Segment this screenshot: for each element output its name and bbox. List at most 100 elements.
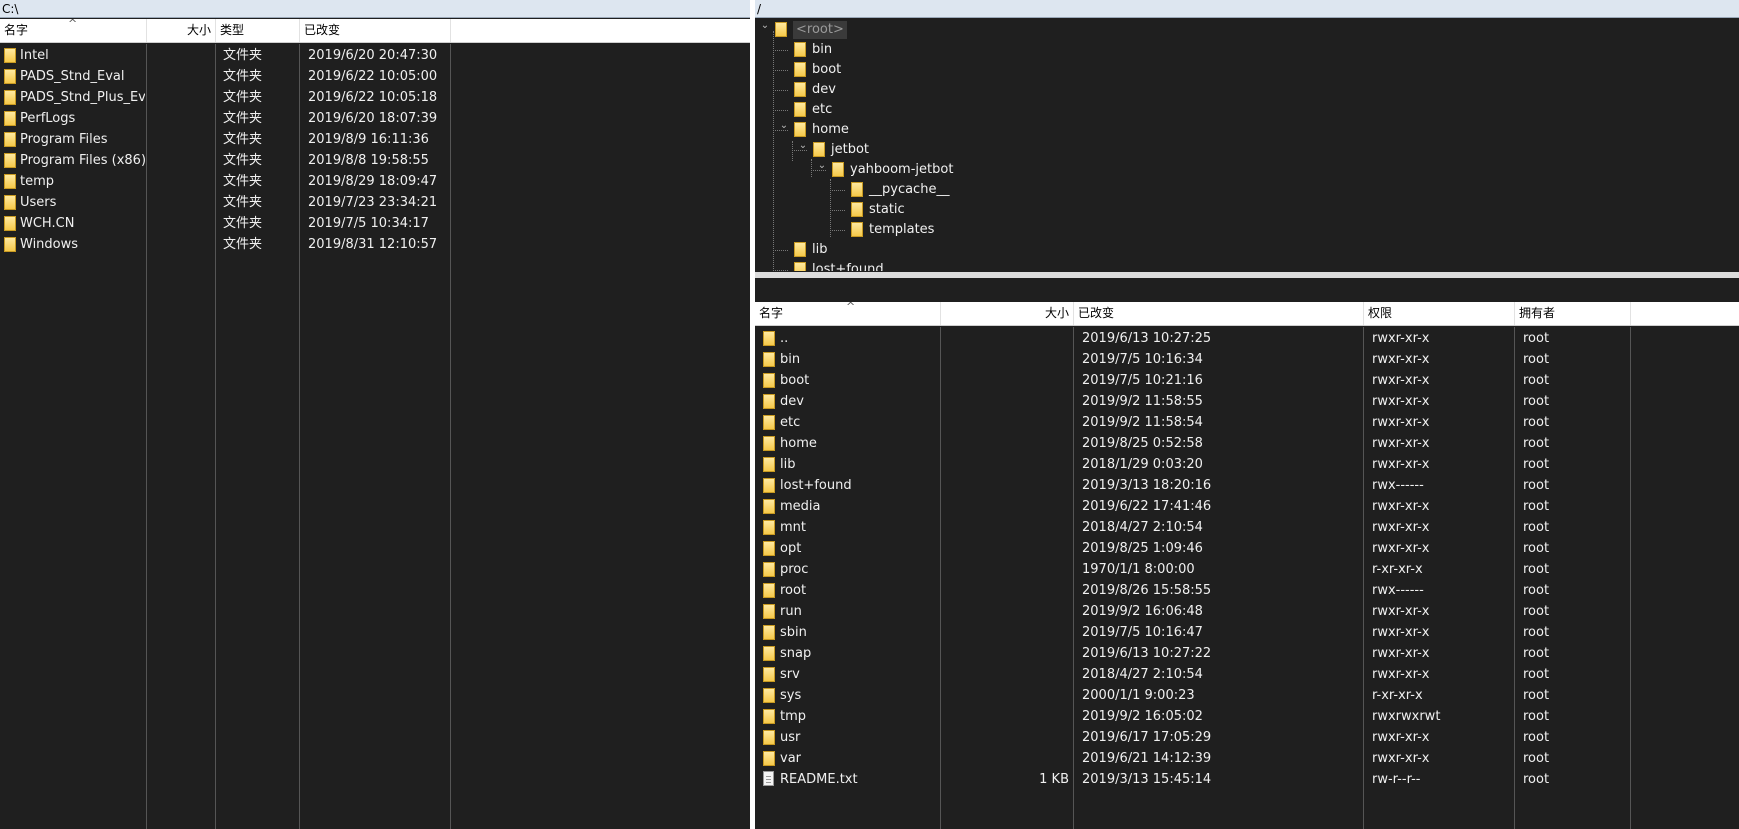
tree-node-label: static xyxy=(869,202,905,217)
table-row[interactable]: media 2019/6/22 17:41:46 rwxr-xr-x root xyxy=(755,496,1739,517)
row-owner: root xyxy=(1523,478,1550,493)
table-row[interactable]: mnt 2018/4/27 2:10:54 rwxr-xr-x root xyxy=(755,517,1739,538)
tree-node[interactable]: ⌄ jetbot xyxy=(755,140,1735,159)
row-rights: rwxr-xr-x xyxy=(1372,730,1430,745)
row-type: 文件夹 xyxy=(223,132,263,147)
table-row[interactable]: opt 2019/8/25 1:09:46 rwxr-xr-x root xyxy=(755,538,1739,559)
table-row[interactable]: Intel 文件夹 2019/6/20 20:47:30 xyxy=(0,45,750,66)
table-row[interactable]: lib 2018/1/29 0:03:20 rwxr-xr-x root xyxy=(755,454,1739,475)
row-type: 文件夹 xyxy=(223,237,263,252)
row-size xyxy=(943,727,1069,748)
table-row[interactable]: Windows 文件夹 2019/8/31 12:10:57 xyxy=(0,234,750,255)
table-row[interactable]: PADS_Stnd_Plus_Eval 文件夹 2019/6/22 10:05:18 xyxy=(0,87,750,108)
row-modified: 2019/8/8 19:58:55 xyxy=(308,153,429,168)
table-row[interactable]: README.txt 1 KB 2019/3/13 15:45:14 rw-r--r-… xyxy=(755,769,1739,790)
tree-node[interactable]: lib xyxy=(755,241,1735,259)
remote-path-bar[interactable]: / xyxy=(755,0,1739,18)
table-row[interactable]: WCH.CN 文件夹 2019/7/5 10:34:17 xyxy=(0,213,750,234)
row-size xyxy=(943,412,1069,433)
local-col-name[interactable]: 名字 ^ xyxy=(0,19,147,42)
tree-node[interactable]: __pycache__ xyxy=(755,181,1735,199)
local-col-size-label: 大小 xyxy=(186,23,211,37)
table-row[interactable]: root 2019/8/26 15:58:55 rwx------ root xyxy=(755,580,1739,601)
folder-icon xyxy=(763,541,775,556)
folder-icon xyxy=(763,730,775,745)
table-row[interactable]: temp 文件夹 2019/8/29 18:09:47 xyxy=(0,171,750,192)
row-rights: rwx------ xyxy=(1372,478,1424,493)
tree-node[interactable]: ⌄ <root> xyxy=(755,19,1735,39)
table-row[interactable]: .. 2019/6/13 10:27:25 rwxr-xr-x root xyxy=(755,328,1739,349)
pane-splitter[interactable] xyxy=(755,272,1739,278)
table-row[interactable]: home 2019/8/25 0:52:58 rwxr-xr-x root xyxy=(755,433,1739,454)
row-owner: root xyxy=(1523,394,1550,409)
row-size xyxy=(943,538,1069,559)
tree-node-label: __pycache__ xyxy=(869,182,950,197)
table-row[interactable]: bin 2019/7/5 10:16:34 rwxr-xr-x root xyxy=(755,349,1739,370)
tree-node[interactable]: etc xyxy=(755,101,1735,119)
local-col-type[interactable]: 类型 xyxy=(216,19,300,42)
row-owner: root xyxy=(1523,415,1550,430)
tree-node[interactable]: boot xyxy=(755,61,1735,79)
local-col-size[interactable]: 大小 xyxy=(147,19,216,42)
tree-node[interactable]: ⌄ yahboom-jetbot xyxy=(755,160,1735,179)
row-rights: rwxr-xr-x xyxy=(1372,394,1430,409)
tree-node[interactable]: templates xyxy=(755,221,1735,239)
table-row[interactable]: sbin 2019/7/5 10:16:47 rwxr-xr-x root xyxy=(755,622,1739,643)
folder-icon xyxy=(763,394,775,409)
row-modified: 2019/6/13 10:27:25 xyxy=(1082,331,1212,346)
table-row[interactable]: Program Files (x86) 文件夹 2019/8/8 19:58:55 xyxy=(0,150,750,171)
chevron-down-icon[interactable]: ⌄ xyxy=(798,137,808,155)
row-modified: 2019/8/31 12:10:57 xyxy=(308,237,438,252)
local-path-bar[interactable]: C:\ xyxy=(0,0,750,18)
row-rights: rwxr-xr-x xyxy=(1372,436,1430,451)
row-modified: 2018/1/29 0:03:20 xyxy=(1082,457,1203,472)
row-modified: 2019/9/2 16:06:48 xyxy=(1082,604,1203,619)
tree-node[interactable]: dev xyxy=(755,81,1735,99)
folder-icon xyxy=(763,520,775,535)
remote-col-owner[interactable]: 拥有者 xyxy=(1515,302,1631,325)
table-row[interactable]: Program Files 文件夹 2019/8/9 16:11:36 xyxy=(0,129,750,150)
tree-connector xyxy=(830,230,845,231)
row-name: home xyxy=(780,436,817,451)
table-row[interactable]: run 2019/9/2 16:06:48 rwxr-xr-x root xyxy=(755,601,1739,622)
table-row[interactable]: usr 2019/6/17 17:05:29 rwxr-xr-x root xyxy=(755,727,1739,748)
table-row[interactable]: proc 1970/1/1 8:00:00 r-xr-xr-x root xyxy=(755,559,1739,580)
row-owner: root xyxy=(1523,772,1550,787)
table-row[interactable]: dev 2019/9/2 11:58:55 rwxr-xr-x root xyxy=(755,391,1739,412)
table-row[interactable]: boot 2019/7/5 10:21:16 rwxr-xr-x root xyxy=(755,370,1739,391)
row-name: Windows xyxy=(20,237,79,252)
folder-icon xyxy=(763,457,775,472)
remote-col-size-label: 大小 xyxy=(1044,306,1069,320)
row-owner: root xyxy=(1523,457,1550,472)
table-row[interactable]: lost+found 2019/3/13 18:20:16 rwx------ roo… xyxy=(755,475,1739,496)
local-col-modified[interactable]: 已改变 xyxy=(300,19,451,42)
table-row[interactable]: sys 2000/1/1 9:00:23 r-xr-xr-x root xyxy=(755,685,1739,706)
table-row[interactable]: snap 2019/6/13 10:27:22 rwxr-xr-x root xyxy=(755,643,1739,664)
row-name: Intel xyxy=(20,48,49,63)
remote-col-rights[interactable]: 权限 xyxy=(1364,302,1515,325)
tree-node[interactable]: static xyxy=(755,201,1735,219)
remote-col-modified[interactable]: 已改变 xyxy=(1074,302,1364,325)
row-size xyxy=(943,454,1069,475)
remote-pane: / ⌄ <root> bin boot dev etc ⌄ home ⌄ jetbot ⌄ yahbo… xyxy=(755,0,1739,829)
table-row[interactable]: PerfLogs 文件夹 2019/6/20 18:07:39 xyxy=(0,108,750,129)
row-name: PADS_Stnd_Plus_Eval xyxy=(20,90,145,105)
row-name: PerfLogs xyxy=(20,111,76,126)
remote-col-name[interactable]: 名字 ^ xyxy=(755,302,941,325)
table-row[interactable]: srv 2018/4/27 2:10:54 rwxr-xr-x root xyxy=(755,664,1739,685)
table-row[interactable]: etc 2019/9/2 11:58:54 rwxr-xr-x root xyxy=(755,412,1739,433)
table-row[interactable]: var 2019/6/21 14:12:39 rwxr-xr-x root xyxy=(755,748,1739,769)
table-row[interactable]: Users 文件夹 2019/7/23 23:34:21 xyxy=(0,192,750,213)
row-name: PADS_Stnd_Eval xyxy=(20,69,125,84)
table-row[interactable]: tmp 2019/9/2 16:05:02 rwxrwxrwt root xyxy=(755,706,1739,727)
chevron-down-icon[interactable]: ⌄ xyxy=(779,117,789,135)
tree-node[interactable]: ⌄ home xyxy=(755,120,1735,139)
tree-node[interactable]: lost+found xyxy=(755,261,1735,271)
tree-node[interactable]: bin xyxy=(755,41,1735,59)
remote-col-size[interactable]: 大小 xyxy=(941,302,1074,325)
chevron-down-icon[interactable]: ⌄ xyxy=(760,19,770,35)
chevron-down-icon[interactable]: ⌄ xyxy=(817,157,827,175)
folder-icon xyxy=(763,688,775,703)
table-row[interactable]: PADS_Stnd_Eval 文件夹 2019/6/22 10:05:00 xyxy=(0,66,750,87)
row-rights: rwxr-xr-x xyxy=(1372,604,1430,619)
